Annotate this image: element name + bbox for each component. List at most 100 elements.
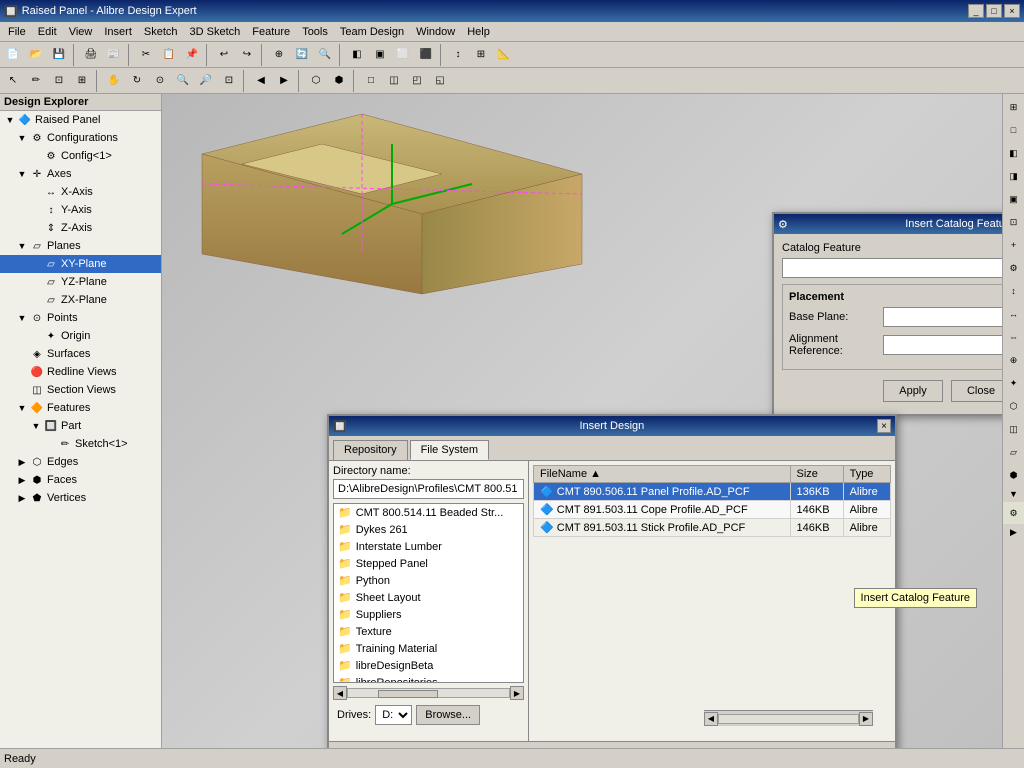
- print-btn[interactable]: 🖨: [80, 44, 102, 66]
- menu-help[interactable]: Help: [461, 24, 496, 40]
- base-plane-input[interactable]: [883, 307, 1002, 327]
- zoomin-btn[interactable]: 🔍: [172, 70, 194, 92]
- rt-btn16[interactable]: ▱: [1003, 441, 1024, 463]
- list-item[interactable]: 📁 libreDesignBeta: [334, 657, 523, 674]
- view1-btn[interactable]: ◧: [346, 44, 368, 66]
- asm-btn[interactable]: ◫: [383, 70, 405, 92]
- list-item[interactable]: 📁 Interstate Lumber: [334, 538, 523, 555]
- open-btn[interactable]: 📂: [25, 44, 47, 66]
- list-item[interactable]: 📁 Texture: [334, 623, 523, 640]
- rt-btn12[interactable]: ⊕: [1003, 349, 1024, 371]
- tree-xyplane[interactable]: ▱ XY-Plane: [0, 255, 161, 273]
- grid-btn[interactable]: ⊞: [71, 70, 93, 92]
- measure-btn[interactable]: 📐: [493, 44, 515, 66]
- dir-input[interactable]: [333, 479, 524, 499]
- col-size[interactable]: Size: [790, 466, 843, 483]
- rotatev-btn[interactable]: ↻: [126, 70, 148, 92]
- rt-btn9[interactable]: ↕: [1003, 280, 1024, 302]
- hscroll-right[interactable]: ▶: [859, 712, 873, 726]
- draw-btn[interactable]: ◰: [406, 70, 428, 92]
- back-btn[interactable]: ◀: [250, 70, 272, 92]
- rt-more[interactable]: ▶: [1008, 525, 1019, 540]
- scroll-right-btn[interactable]: ▶: [510, 686, 524, 700]
- expand-icon9[interactable]: ▶: [16, 456, 28, 468]
- tree-axes[interactable]: ▼ ✛ Axes: [0, 165, 161, 183]
- tree-config1[interactable]: ⚙ Config<1>: [0, 147, 161, 165]
- constraint-btn[interactable]: ⊞: [470, 44, 492, 66]
- maximize-btn[interactable]: □: [986, 4, 1002, 18]
- tree-planes[interactable]: ▼ ▱ Planes: [0, 237, 161, 255]
- view4-btn[interactable]: ⬛: [415, 44, 437, 66]
- tree-vertices[interactable]: ▶ ⬟ Vertices: [0, 489, 161, 507]
- hscroll-left[interactable]: ◀: [704, 712, 718, 726]
- copy-btn[interactable]: 📋: [158, 44, 180, 66]
- col-filename[interactable]: FileName ▲: [534, 466, 791, 483]
- list-item[interactable]: 📁 Suppliers: [334, 606, 523, 623]
- list-item[interactable]: 📁 CMT 800.514.11 Beaded Str...: [334, 504, 523, 521]
- folder-list[interactable]: 📁 CMT 800.514.11 Beaded Str... 📁 Dykes 2…: [333, 503, 524, 683]
- expand-icon4[interactable]: ▼: [16, 168, 28, 180]
- drives-select[interactable]: D: C:: [375, 705, 412, 725]
- table-row[interactable]: 🔷 CMT 890.506.11 Panel Profile.AD_PCF 13…: [534, 483, 891, 501]
- redo-btn[interactable]: ↪: [236, 44, 258, 66]
- tree-xaxis[interactable]: ↔ X-Axis: [0, 183, 161, 201]
- expand-icon10[interactable]: ▶: [16, 474, 28, 486]
- tree-points[interactable]: ▼ ⊙ Points: [0, 309, 161, 327]
- tree-faces[interactable]: ▶ ⬢ Faces: [0, 471, 161, 489]
- list-item[interactable]: 📁 Sheet Layout: [334, 589, 523, 606]
- rotate-btn[interactable]: 🔄: [291, 44, 313, 66]
- rt-btn1[interactable]: ⊞: [1003, 96, 1024, 118]
- menu-view[interactable]: View: [63, 24, 99, 40]
- scroll-left-btn[interactable]: ◀: [333, 686, 347, 700]
- list-item[interactable]: 📁 Dykes 261: [334, 521, 523, 538]
- pan-btn[interactable]: ✋: [103, 70, 125, 92]
- table-row[interactable]: 🔷 CMT 891.503.11 Stick Profile.AD_PCF 14…: [534, 519, 891, 537]
- menu-tools[interactable]: Tools: [296, 24, 334, 40]
- rt-btn3[interactable]: ◧: [1003, 142, 1024, 164]
- tree-zaxis[interactable]: ⇕ Z-Axis: [0, 219, 161, 237]
- tree-configurations[interactable]: ▼ ⚙ Configurations: [0, 129, 161, 147]
- list-item[interactable]: 📁 Training Material: [334, 640, 523, 657]
- menu-sketch[interactable]: Sketch: [138, 24, 184, 40]
- rt-btn14[interactable]: ⬡: [1003, 395, 1024, 417]
- snap-btn[interactable]: ⊡: [48, 70, 70, 92]
- cut-btn[interactable]: ✂: [135, 44, 157, 66]
- insert-design-close[interactable]: ×: [877, 419, 891, 433]
- list-item[interactable]: 📁 Python: [334, 572, 523, 589]
- tree-origin[interactable]: ✦ Origin: [0, 327, 161, 345]
- rt-catalog-btn[interactable]: ⚙: [1003, 502, 1024, 524]
- tab-filesystem[interactable]: File System: [410, 440, 489, 460]
- view2-btn[interactable]: ▣: [369, 44, 391, 66]
- rt-btn2[interactable]: □: [1003, 119, 1024, 141]
- catalog-close-btn[interactable]: Close: [951, 380, 1002, 402]
- tab-repository[interactable]: Repository: [333, 440, 408, 460]
- browse-btn[interactable]: Browse...: [416, 705, 480, 725]
- tree-yzplane[interactable]: ▱ YZ-Plane: [0, 273, 161, 291]
- rt-btn7[interactable]: +: [1003, 234, 1024, 256]
- menu-insert[interactable]: Insert: [98, 24, 138, 40]
- orbit-btn[interactable]: ⊙: [149, 70, 171, 92]
- tree-sketch1[interactable]: ✏ Sketch<1>: [0, 435, 161, 453]
- save-btn[interactable]: 💾: [48, 44, 70, 66]
- rt-scroll-down[interactable]: ▼: [1007, 487, 1020, 501]
- rt-btn15[interactable]: ◫: [1003, 418, 1024, 440]
- expand-icon2[interactable]: ▼: [16, 132, 28, 144]
- list-item[interactable]: 📁 libreRepositories: [334, 674, 523, 683]
- tree-part[interactable]: ▼ 🔲 Part: [0, 417, 161, 435]
- rt-btn13[interactable]: ✦: [1003, 372, 1024, 394]
- expand-icon[interactable]: ▼: [4, 114, 16, 126]
- minimize-btn[interactable]: _: [968, 4, 984, 18]
- rt-btn10[interactable]: ↔: [1003, 303, 1024, 325]
- new-btn[interactable]: 📄: [2, 44, 24, 66]
- menu-edit[interactable]: Edit: [32, 24, 63, 40]
- menu-3dsketch[interactable]: 3D Sketch: [184, 24, 247, 40]
- table-row[interactable]: 🔷 CMT 891.503.11 Cope Profile.AD_PCF 146…: [534, 501, 891, 519]
- undo-btn[interactable]: ↩: [213, 44, 235, 66]
- tree-section-views[interactable]: ◫ Section Views: [0, 381, 161, 399]
- zoomfit-btn[interactable]: ⊡: [218, 70, 240, 92]
- rt-btn17[interactable]: ⬢: [1003, 464, 1024, 486]
- col-type[interactable]: Type: [843, 466, 890, 483]
- zoomout-btn[interactable]: 🔎: [195, 70, 217, 92]
- rt-btn6[interactable]: ⊡: [1003, 211, 1024, 233]
- view3-btn[interactable]: ⬜: [392, 44, 414, 66]
